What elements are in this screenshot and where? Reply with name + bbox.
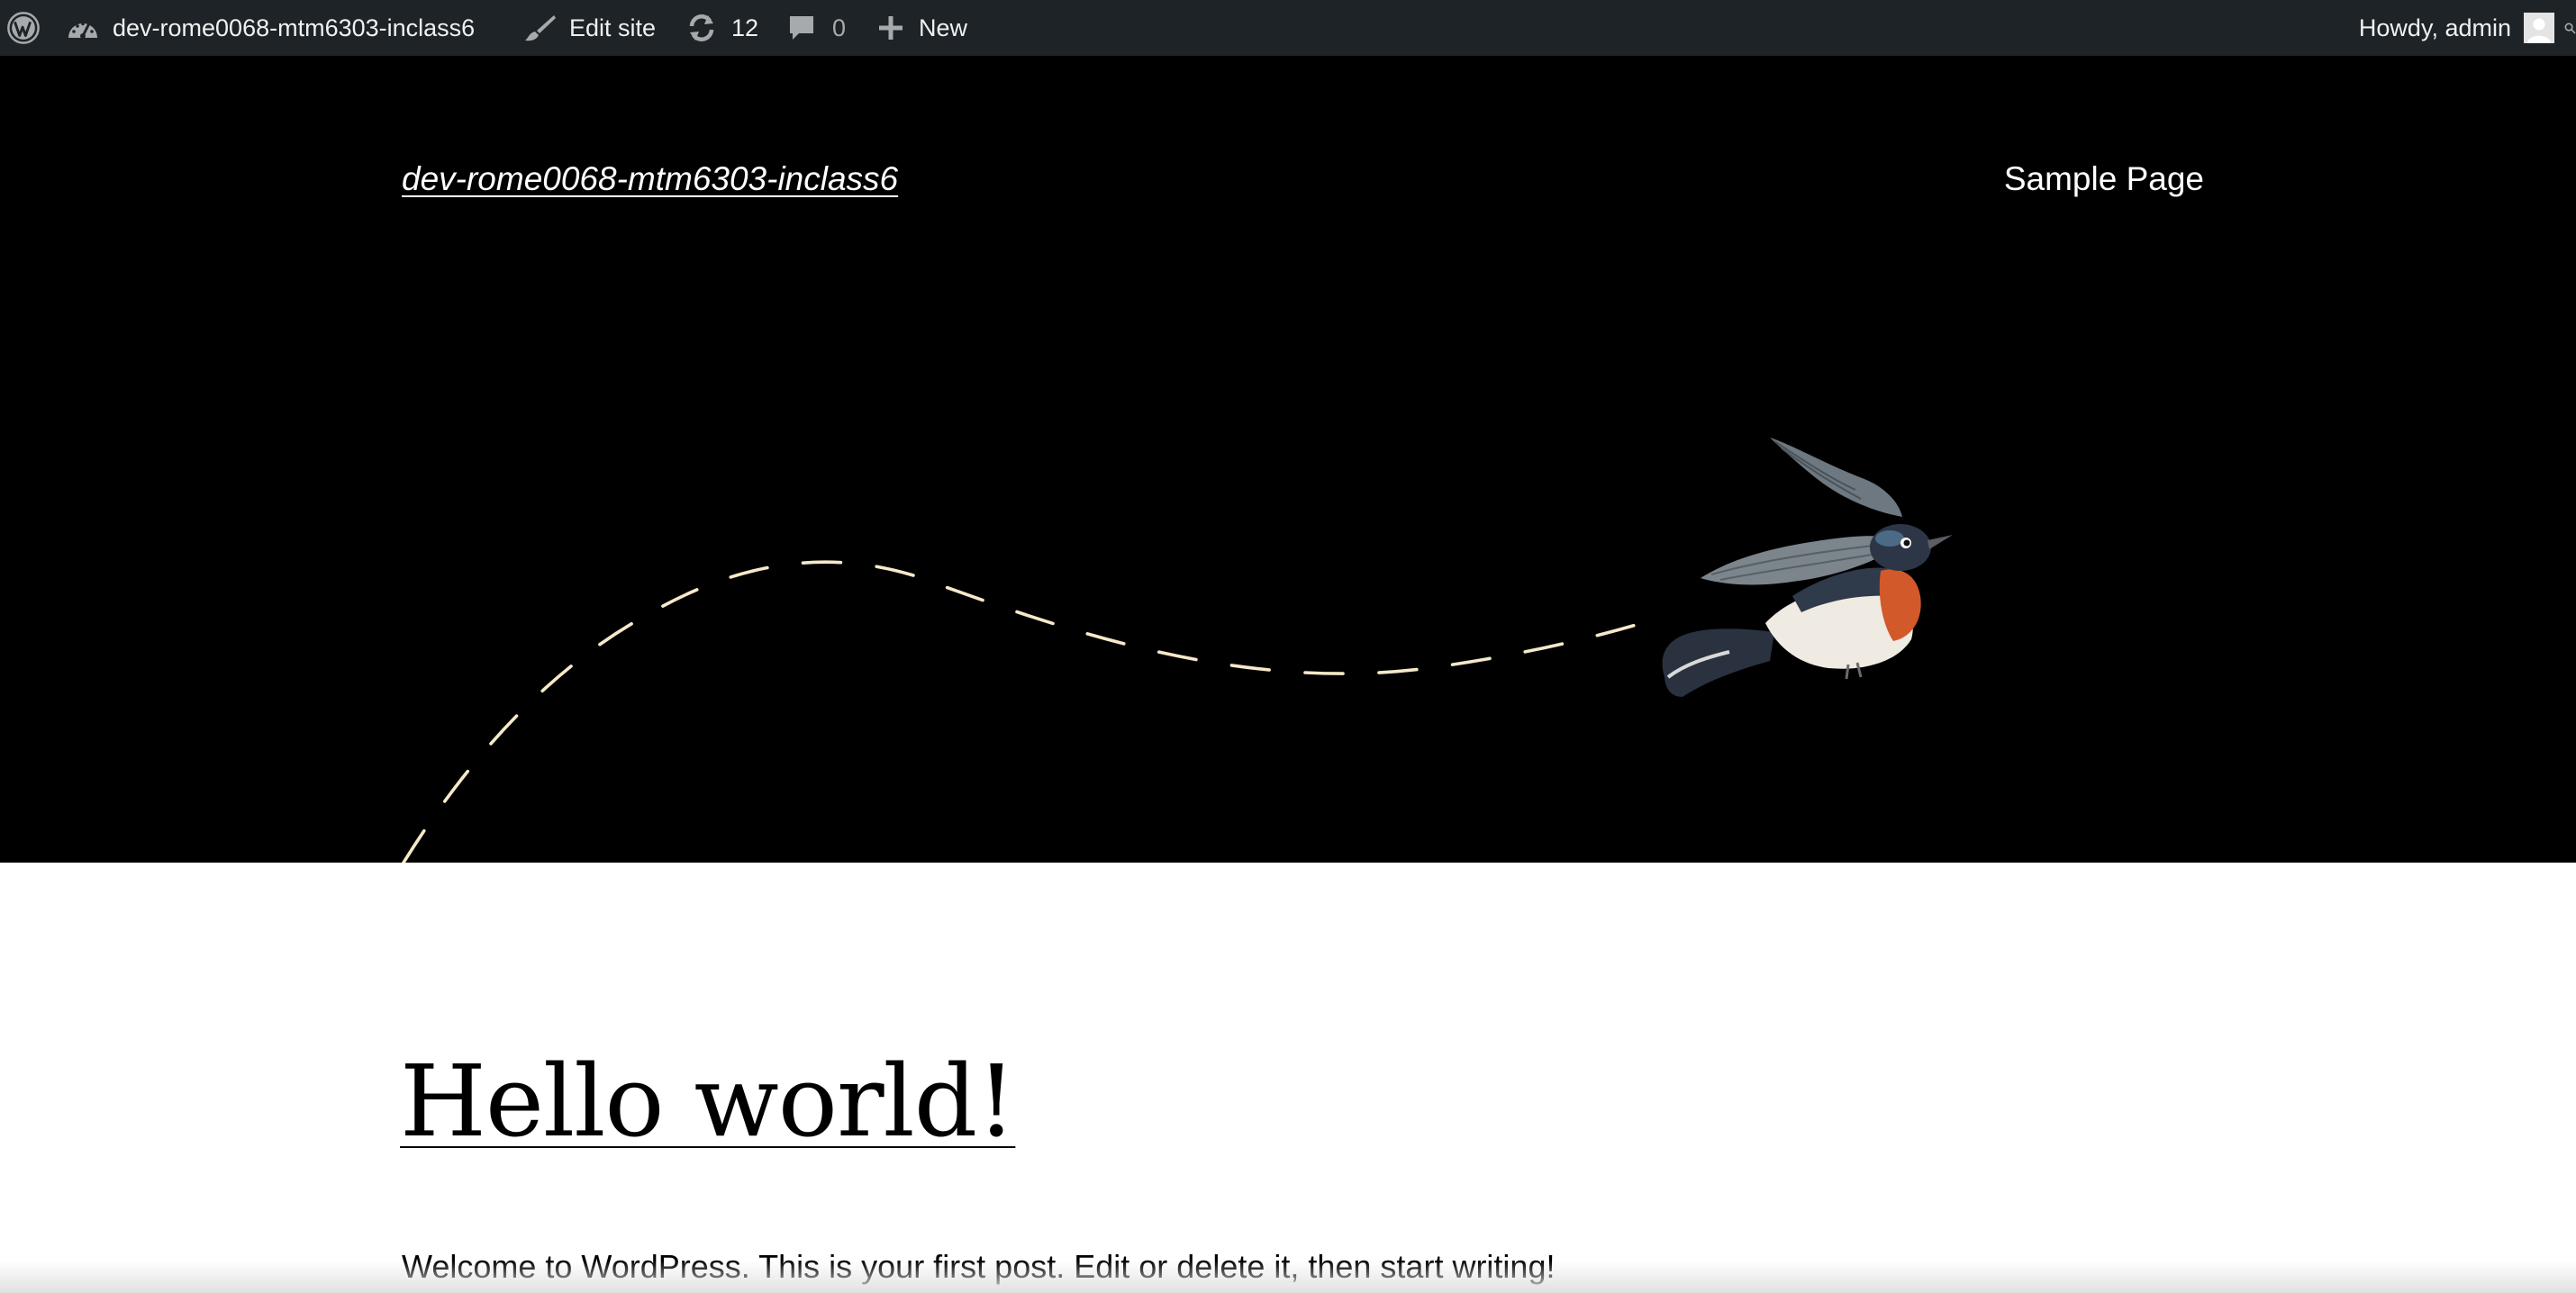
comment-bubble-icon: [787, 14, 816, 42]
new-content-button[interactable]: New: [877, 0, 967, 56]
updates-count: 12: [731, 14, 759, 41]
admin-bar: dev-rome0068-mtm6303-inclass6 Edit site …: [0, 0, 2576, 56]
nav-item-sample-page[interactable]: Sample Page: [2004, 160, 2204, 198]
flight-path-line: [402, 560, 1650, 863]
dashboard-gauge-icon: [67, 14, 99, 41]
admin-bar-site-name: dev-rome0068-mtm6303-inclass6: [113, 14, 476, 41]
new-label: New: [919, 14, 968, 41]
admin-bar-site-menu[interactable]: dev-rome0068-mtm6303-inclass6: [67, 0, 475, 56]
comments-count: 0: [832, 14, 847, 41]
howdy-greeting: Howdy, admin: [2358, 14, 2511, 41]
site-header: dev-rome0068-mtm6303-inclass6 Sample Pag…: [0, 56, 2576, 863]
my-account-menu[interactable]: Howdy, admin: [2359, 0, 2554, 56]
comments-button[interactable]: 0: [787, 0, 846, 56]
post-title[interactable]: Hello world!: [400, 1052, 1016, 1151]
refresh-icon: [686, 13, 717, 43]
brush-icon: [524, 13, 557, 43]
updates-button[interactable]: 12: [686, 0, 758, 56]
wordpress-logo-icon[interactable]: [4, 0, 43, 56]
edit-site-label: Edit site: [569, 14, 657, 41]
edit-site-button[interactable]: Edit site: [524, 0, 656, 56]
avatar-icon: [2524, 13, 2554, 43]
bird-illustration: [1662, 438, 1953, 697]
post-excerpt: Welcome to WordPress. This is your first…: [402, 1248, 1556, 1285]
plus-icon: [877, 14, 904, 41]
site-title[interactable]: dev-rome0068-mtm6303-inclass6: [402, 160, 898, 198]
search-icon[interactable]: [2563, 0, 2576, 56]
